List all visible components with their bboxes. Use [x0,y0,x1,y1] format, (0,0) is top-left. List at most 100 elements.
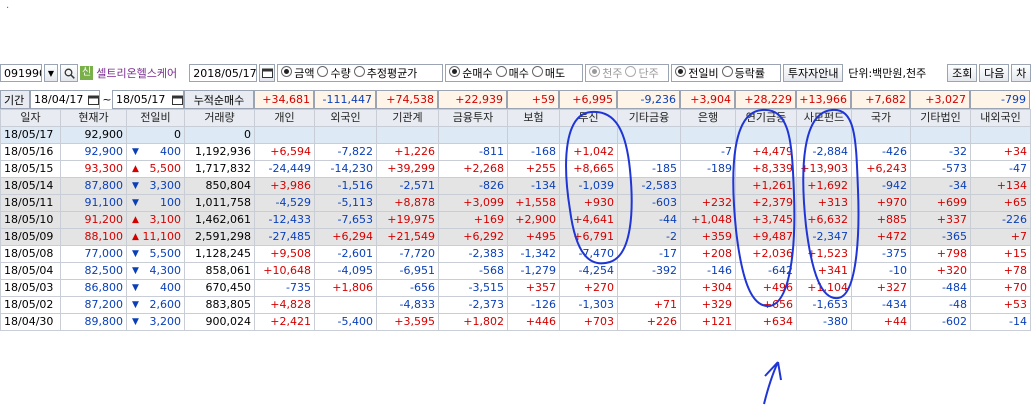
investor-value-cell [559,126,618,144]
investor-info-button[interactable]: 투자자안내 [783,64,844,82]
radio-amount[interactable]: 금액 [281,65,314,81]
cumulative-value-cell: -111,447 [314,90,376,109]
investor-value-cell: -14 [970,313,1031,331]
table-row[interactable]: 18/05/14 87,800 ▼ 3,300 850,804 +3,986 -1,516-… [0,177,1031,195]
investor-value-cell [910,126,971,144]
column-header[interactable]: 외국인 [314,109,377,127]
stock-code-text: 091990 [4,66,42,80]
table-row[interactable]: 18/05/02 87,200 ▼ 2,600 883,805 +4,828 -4,833-… [0,296,1031,314]
table-row[interactable]: 18/05/10 91,200 ▲ 3,100 1,462,061 -12,433 -7,6… [0,211,1031,229]
column-header[interactable]: 내외국인 [970,109,1031,127]
investor-value-cell: +703 [559,313,618,331]
investor-value-cell: +78 [970,262,1031,280]
column-header[interactable]: 사모펀드 [796,109,852,127]
investor-value-cell: +9,508 [254,245,315,263]
table-row[interactable]: 18/05/15 93,300 ▲ 5,500 1,717,832 -24,449 -14,… [0,160,1031,178]
table-row[interactable]: 18/05/03 86,800 ▼ 400 670,450 -735 +1,806 -656-… [0,279,1031,297]
investor-value-cell [507,126,560,144]
radio-prev-day[interactable]: 전일비 [675,65,719,81]
code-dropdown-button[interactable]: ▼ [44,64,58,82]
investor-value-cell: -7,470 [559,245,618,263]
next-button[interactable]: 다음 [979,64,1010,82]
radio-change-rate[interactable]: 등락률 [721,65,765,81]
investor-value-cell: -10 [851,262,911,280]
change-value: 100 [160,196,181,209]
change-value: 400 [160,145,181,158]
price-cell: 86,800 [60,279,127,297]
date-field[interactable]: 2018/05/17 [189,64,258,82]
column-header[interactable]: 현재가 [60,109,127,127]
search-query-button[interactable]: 조회 [947,64,978,82]
radio-dot [495,66,507,77]
investor-value-cell: -146 [680,262,736,280]
cumulative-label: 누적순매수 [184,90,254,109]
radio-net-buy[interactable]: 순매수 [449,65,493,81]
column-header[interactable]: 기타금융 [617,109,681,127]
column-header[interactable]: 금융투자 [438,109,508,127]
table-row[interactable]: 18/05/08 77,000 ▼ 5,500 1,128,245 +9,508 -2,60… [0,245,1031,263]
price-cell: 92,900 [60,126,127,144]
radio-buy[interactable]: 매수 [495,65,529,81]
down-arrow-icon: ▼ [132,198,139,208]
window-edge-mark: . [6,0,10,11]
date-cell: 18/04/30 [0,313,61,331]
stock-code-field[interactable]: 091990 [0,64,42,82]
price-cell: 93,300 [60,160,127,178]
volume-cell: 1,192,936 [184,143,255,161]
change-cell: ▲ 11,100 [126,228,185,246]
column-header[interactable]: 기관계 [376,109,439,127]
calendar-button[interactable] [259,64,276,82]
column-header[interactable]: 전일비 [126,109,185,127]
investor-value-cell: -2,347 [796,228,852,246]
volume-cell: 883,805 [184,296,255,314]
column-header[interactable]: 일자 [0,109,61,127]
table-row[interactable]: 18/05/04 82,500 ▼ 4,300 858,061 +10,648 -4,095… [0,262,1031,280]
investor-value-cell: +39,299 [376,160,439,178]
column-header[interactable]: 투신 [559,109,618,127]
column-header[interactable]: 개인 [254,109,315,127]
column-header[interactable]: 기타법인 [910,109,971,127]
investor-value-cell [970,126,1031,144]
investor-value-cell: -4,833 [376,296,439,314]
radio-quantity[interactable]: 수량 [317,65,351,81]
column-header[interactable]: 연기금등 [735,109,797,127]
table-row[interactable]: 18/05/16 92,900 ▼ 400 1,192,936 +6,594 -7,822 +… [0,143,1031,161]
from-calendar-button[interactable] [86,90,100,109]
radio-single-shares[interactable]: 단주 [625,65,659,81]
investor-value-cell: +65 [970,194,1031,212]
investor-value-cell: -1,279 [507,262,560,280]
change-value: 5,500 [149,247,182,260]
to-calendar-button[interactable] [170,90,184,109]
down-arrow-icon: ▼ [132,147,139,157]
investor-value-cell: +3,986 [254,177,315,195]
column-header[interactable]: 거래량 [184,109,255,127]
column-header[interactable]: 국가 [851,109,911,127]
search-button[interactable] [60,64,78,82]
investor-value-cell: +4,828 [254,296,315,314]
cumulative-value-cell: +22,939 [438,90,507,109]
radio-thousand-shares[interactable]: 천주 [589,65,622,81]
price-cell: 91,200 [60,211,127,229]
change-cell: ▼ 5,500 [126,245,185,263]
radio-sell[interactable]: 매도 [531,65,565,81]
column-header[interactable]: 은행 [680,109,736,127]
investor-value-cell: -32 [910,143,971,161]
table-row[interactable]: 18/05/17 92,900 0 0 [0,126,1031,144]
chart-button[interactable]: 차 [1011,64,1032,82]
table-row[interactable]: 18/04/30 89,800 ▼ 3,200 900,024 +2,421 -5,400 +… [0,313,1031,331]
cumulative-value-cell: +34,681 [254,90,314,109]
investor-value-cell: -44 [617,211,681,229]
table-row[interactable]: 18/05/09 88,100 ▲ 11,100 2,591,298 -27,485 +6,… [0,228,1031,246]
investor-value-cell: +70 [970,279,1031,297]
up-arrow-icon: ▲ [132,215,139,225]
table-row[interactable]: 18/05/11 91,100 ▼ 100 1,011,758 -4,529 -5,113 +… [0,194,1031,212]
period-label: 기간 [0,90,30,109]
investor-value-cell: +3,745 [735,211,797,229]
investor-value-cell [617,143,681,161]
radio-avg-price[interactable]: 추정평균가 [353,65,417,81]
investor-value-cell: +337 [910,211,971,229]
column-header[interactable]: 보험 [507,109,560,127]
investor-value-cell: -189 [680,160,736,178]
search-icon [64,68,75,79]
investor-value-cell: +327 [851,279,911,297]
